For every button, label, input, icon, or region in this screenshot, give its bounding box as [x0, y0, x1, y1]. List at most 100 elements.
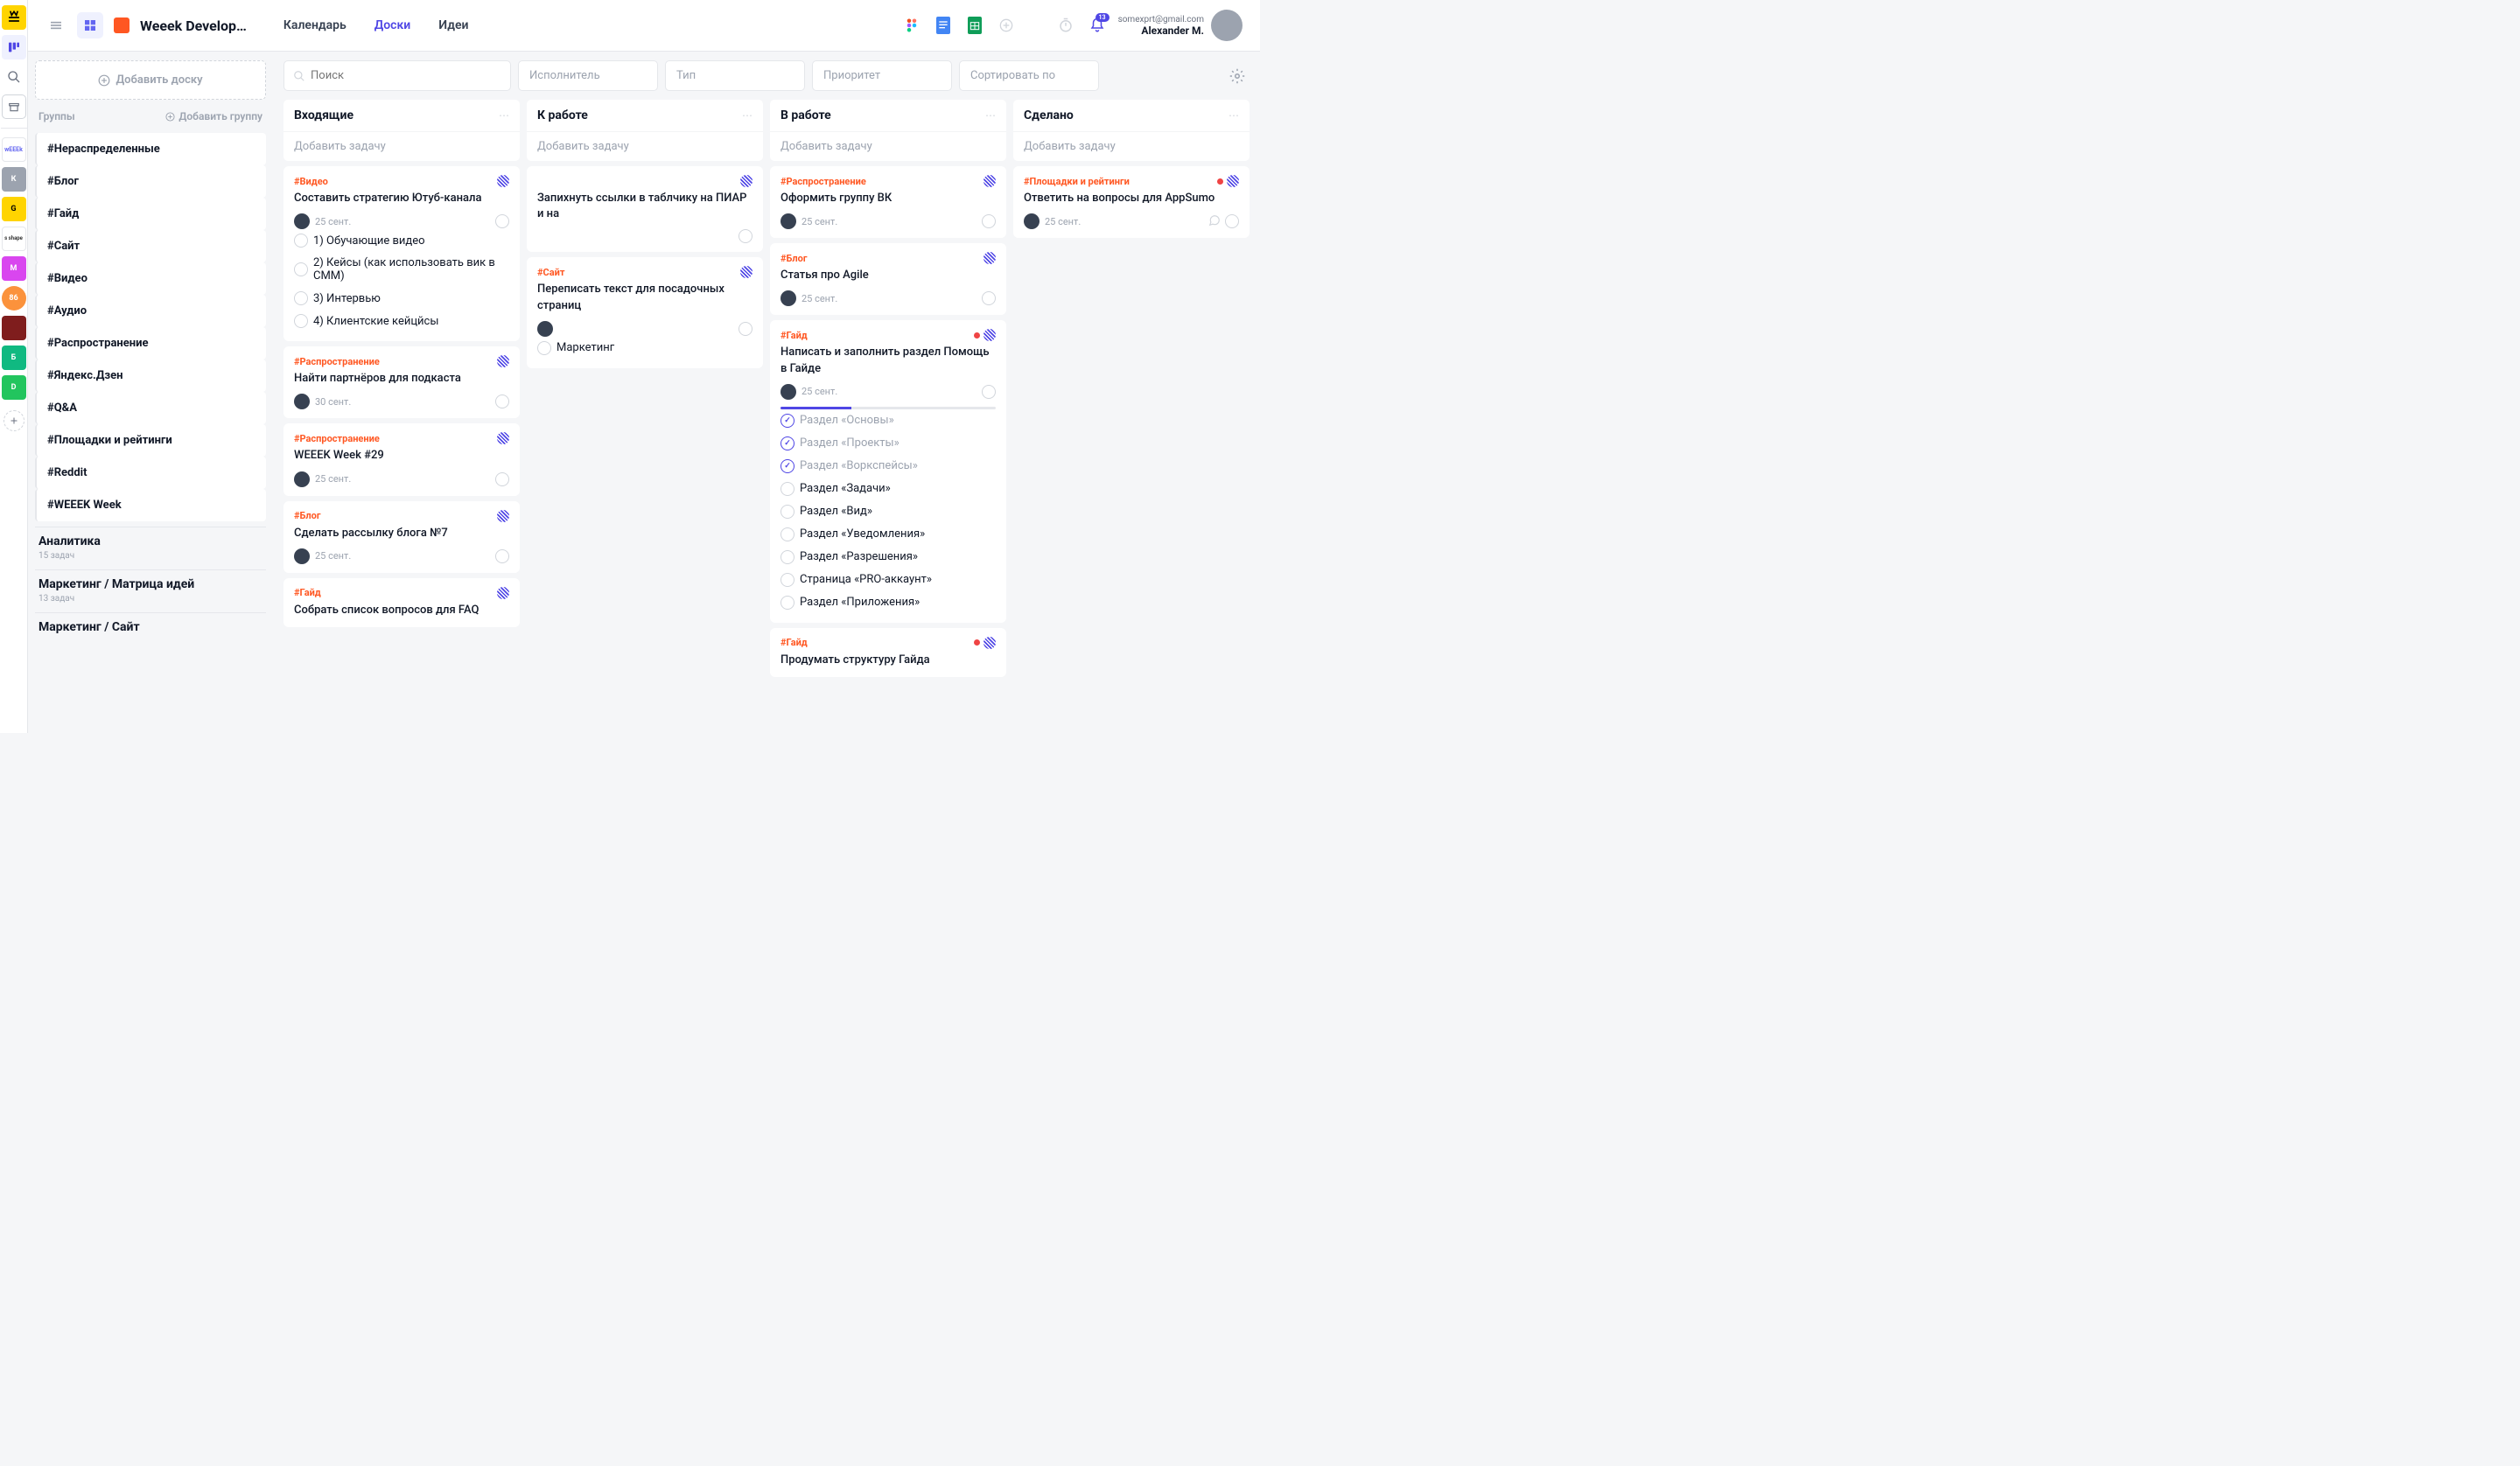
- add-task-button[interactable]: Добавить задачу: [527, 132, 763, 161]
- subtask-item[interactable]: Страница «PRO-аккаунт»: [780, 569, 996, 591]
- workspace-badge[interactable]: G: [2, 197, 26, 221]
- add-task-button[interactable]: Добавить задачу: [1013, 132, 1250, 161]
- column-menu-icon[interactable]: ⋯: [985, 109, 996, 122]
- sidebar-group-item[interactable]: #Площадки и рейтинги: [35, 424, 266, 457]
- workspace-badge[interactable]: [2, 316, 26, 340]
- workspace-weeek[interactable]: wEEEk: [2, 137, 26, 162]
- task-card[interactable]: #ВидеоСоставить стратегию Ютуб-канала25 …: [284, 166, 520, 341]
- filter-sort[interactable]: Сортировать по: [959, 60, 1099, 91]
- column-title: В работе: [780, 108, 831, 122]
- menu-icon[interactable]: [46, 15, 66, 36]
- sidebar-board-item[interactable]: Аналитика15 задач: [35, 527, 266, 569]
- task-card[interactable]: #ГайдНаписать и заполнить раздел Помощь …: [770, 320, 1006, 622]
- tab-calendar[interactable]: Календарь: [275, 18, 355, 32]
- subtask-item[interactable]: Маркетинг: [537, 337, 752, 360]
- filter-priority[interactable]: Приоритет: [812, 60, 952, 91]
- notifications-icon[interactable]: 13: [1087, 15, 1108, 36]
- subtask-item[interactable]: 2) Кейсы (как использовать вик в СММ): [294, 252, 509, 287]
- divider: [1, 128, 27, 129]
- task-card[interactable]: #РаспространениеОформить группу ВК25 сен…: [770, 166, 1006, 238]
- filter-assignee[interactable]: Исполнитель: [518, 60, 658, 91]
- workspace-badge[interactable]: D: [2, 375, 26, 400]
- sidebar-group-item[interactable]: #Аудио: [35, 295, 266, 327]
- workspace-badge[interactable]: К: [2, 167, 26, 192]
- subtask-item[interactable]: Раздел «Проекты»: [780, 432, 996, 455]
- subtask-item[interactable]: 3) Интервью: [294, 287, 509, 310]
- app-logo[interactable]: [2, 5, 26, 30]
- workspace-badge[interactable]: 86: [2, 286, 26, 311]
- workspace-badge[interactable]: s shape: [2, 227, 26, 251]
- avatar: [1211, 10, 1242, 41]
- task-card[interactable]: #РаспространениеНайти партнёров для подк…: [284, 346, 520, 418]
- sidebar-group-item[interactable]: #WEEEK Week: [35, 489, 266, 521]
- task-card[interactable]: #РаспространениеWEEEK Week #2925 сент.: [284, 423, 520, 495]
- column-menu-icon[interactable]: ⋯: [742, 109, 752, 122]
- boards-icon[interactable]: [2, 35, 26, 59]
- notification-count: 13: [1096, 13, 1110, 22]
- subtask-item[interactable]: 4) Клиентские кейцйсы: [294, 310, 509, 332]
- kanban-columns: Входящие⋯ Добавить задачу #ВидеоСоставит…: [273, 100, 1260, 733]
- sidebar-group-item[interactable]: #Блог: [35, 165, 266, 198]
- search-field[interactable]: [284, 60, 511, 91]
- tab-boards[interactable]: Доски: [366, 18, 419, 32]
- subtask-item[interactable]: Раздел «Воркспейсы»: [780, 455, 996, 478]
- workspace-badge[interactable]: М: [2, 256, 26, 281]
- column-title: Сделано: [1024, 108, 1074, 122]
- sidebar-board-item[interactable]: Маркетинг / Матрица идей13 задач: [35, 569, 266, 612]
- sidebar-group-item[interactable]: #Сайт: [35, 230, 266, 262]
- subtask-item[interactable]: Раздел «Уведомления»: [780, 523, 996, 546]
- add-task-button[interactable]: Добавить задачу: [770, 132, 1006, 161]
- subtask-item[interactable]: Раздел «Основы»: [780, 409, 996, 432]
- task-card[interactable]: #СайтПереписать текст для посадочных стр…: [527, 257, 763, 367]
- sidebar-group-item[interactable]: #Гайд: [35, 198, 266, 230]
- task-card[interactable]: Запихнуть ссылки в таблчику на ПИАР и на: [527, 166, 763, 252]
- search-input[interactable]: [311, 69, 501, 82]
- left-rail: wEEEk КGs shape М 86 БD: [0, 0, 28, 733]
- sidebar-board-item[interactable]: Маркетинг / Сайт: [35, 612, 266, 646]
- sidebar: Добавить доску Группы Добавить группу #Н…: [28, 52, 273, 733]
- subtask-item[interactable]: Раздел «Задачи»: [780, 478, 996, 500]
- search-icon[interactable]: [2, 65, 26, 89]
- task-card[interactable]: #БлогСделать рассылку блога №725 сент.: [284, 501, 520, 573]
- kanban-column: К работе⋯ Добавить задачу Запихнуть ссыл…: [527, 100, 763, 723]
- sidebar-group-item[interactable]: #Нераспределенные: [35, 133, 266, 165]
- workspace-switcher-icon[interactable]: [77, 12, 103, 38]
- kanban-column: В работе ⋯ Добавить задачу #Распространен…: [770, 100, 1006, 723]
- user-menu[interactable]: somexprt@gmail.com Alexander M.: [1118, 10, 1242, 41]
- tab-ideas[interactable]: Идеи: [430, 18, 477, 32]
- subtask-item[interactable]: Раздел «Вид»: [780, 500, 996, 523]
- task-card[interactable]: #ГайдПродумать структуру Гайда: [770, 628, 1006, 677]
- timer-icon[interactable]: [1055, 15, 1076, 36]
- groups-label: Группы: [38, 110, 75, 122]
- google-sheets-icon[interactable]: [964, 15, 985, 36]
- column-menu-icon[interactable]: ⋯: [1228, 109, 1239, 122]
- add-group-button[interactable]: Добавить группу: [165, 110, 262, 122]
- add-integration-icon[interactable]: [996, 15, 1017, 36]
- sidebar-group-item[interactable]: #Распространение: [35, 327, 266, 360]
- workspace-title[interactable]: Weeek Develop…: [140, 17, 247, 34]
- archive-icon[interactable]: [2, 94, 26, 119]
- kanban-column: Входящие⋯ Добавить задачу #ВидеоСоставит…: [284, 100, 520, 723]
- task-card[interactable]: #Площадки и рейтингиОтветить на вопросы …: [1013, 166, 1250, 238]
- column-menu-icon[interactable]: ⋯: [499, 109, 509, 122]
- task-card[interactable]: #БлогСтатья про Agile25 сент.: [770, 243, 1006, 315]
- workspace-badge[interactable]: Б: [2, 346, 26, 370]
- task-card[interactable]: #ГайдСобрать список вопросов для FAQ: [284, 578, 520, 627]
- board-settings-icon[interactable]: [1225, 64, 1250, 88]
- sidebar-group-item[interactable]: #Reddit: [35, 457, 266, 489]
- filter-type[interactable]: Тип: [665, 60, 805, 91]
- workspace-color: [114, 17, 130, 33]
- subtask-item[interactable]: Раздел «Разрешения»: [780, 546, 996, 569]
- google-docs-icon[interactable]: [933, 15, 954, 36]
- add-board-button[interactable]: Добавить доску: [35, 60, 266, 100]
- sidebar-group-item[interactable]: #Яндекс.Дзен: [35, 360, 266, 392]
- sidebar-group-item[interactable]: #Видео: [35, 262, 266, 295]
- figma-icon[interactable]: [901, 15, 922, 36]
- kanban-column: Сделано ⋯ Добавить задачу #Площадки и рей…: [1013, 100, 1250, 723]
- add-workspace-icon[interactable]: [4, 410, 24, 431]
- subtask-item[interactable]: Раздел «Приложения»: [780, 591, 996, 614]
- topbar: Weeek Develop… Календарь Доски Идеи: [28, 0, 1260, 52]
- subtask-item[interactable]: 1) Обучающие видео: [294, 229, 509, 252]
- sidebar-group-item[interactable]: #Q&A: [35, 392, 266, 424]
- add-task-button[interactable]: Добавить задачу: [284, 132, 520, 161]
